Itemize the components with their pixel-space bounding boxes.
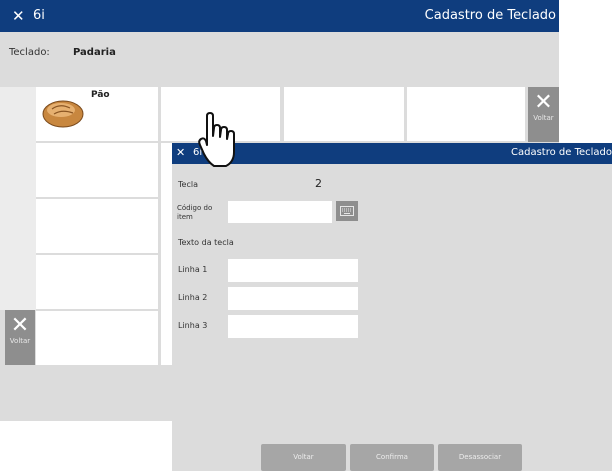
bread-icon [42, 100, 84, 128]
voltar-right-label: Voltar [533, 114, 554, 122]
teclado-label: Teclado: [9, 47, 50, 58]
close-icon: ✕ [10, 313, 30, 338]
window-title: Cadastro de Teclado [424, 8, 556, 23]
background-titlebar: ✕ 6i Cadastro de Teclado [0, 0, 559, 32]
key-cell[interactable] [407, 87, 525, 141]
teclado-value: Padaria [73, 47, 116, 58]
tecla-label: Tecla [178, 180, 198, 189]
dialog-title: Cadastro de Teclado [510, 147, 612, 158]
key-label: Pão [91, 90, 110, 100]
key-cell[interactable] [36, 255, 158, 309]
voltar-right-button[interactable]: ✕ Voltar [528, 87, 559, 142]
keyboard-icon [340, 206, 354, 216]
close-icon[interactable]: ✕ [12, 7, 25, 25]
key-cell[interactable] [284, 87, 404, 141]
linha3-input[interactable] [228, 315, 358, 338]
key-cell[interactable] [36, 143, 158, 197]
linha2-label: Linha 2 [178, 293, 208, 302]
voltar-left-button[interactable]: ✕ Voltar [5, 310, 35, 365]
key-cell[interactable] [36, 199, 158, 253]
grid-side-strip [0, 87, 36, 310]
texto-tecla-label: Texto da tecla [178, 238, 234, 247]
desassociar-button[interactable]: Desassociar [438, 444, 522, 471]
linha3-label: Linha 3 [178, 321, 208, 330]
linha1-input[interactable] [228, 259, 358, 282]
linha2-input[interactable] [228, 287, 358, 310]
codigo-item-input[interactable] [228, 201, 332, 223]
voltar-button[interactable]: Voltar [261, 444, 346, 471]
key-cell-pao[interactable]: Pão [36, 87, 158, 141]
hand-pointer-icon [198, 112, 235, 167]
close-icon: ✕ [534, 90, 553, 115]
keyboard-button[interactable] [336, 201, 358, 221]
app-code: 6i [33, 8, 45, 23]
close-icon[interactable]: ✕ [176, 146, 185, 159]
codigo-label: Código do item [177, 204, 213, 221]
voltar-left-label: Voltar [9, 337, 31, 345]
confirma-button[interactable]: Confirma [350, 444, 434, 471]
linha1-label: Linha 1 [178, 265, 208, 274]
tecla-value: 2 [315, 177, 322, 190]
key-cell[interactable] [36, 311, 158, 365]
